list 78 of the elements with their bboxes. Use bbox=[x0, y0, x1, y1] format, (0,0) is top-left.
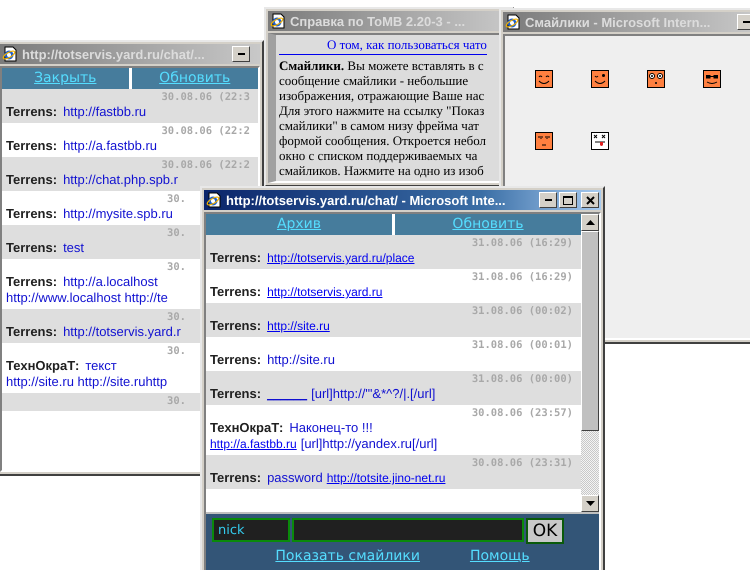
message-author: Terrens: bbox=[6, 138, 58, 154]
smiling-face-icon[interactable] bbox=[535, 70, 553, 88]
window-title: http://totservis.yard.ru/chat/ - Microsoft Inte... bbox=[226, 192, 507, 208]
scroll-up-button[interactable] bbox=[581, 214, 599, 231]
close-icon bbox=[586, 196, 594, 204]
message-author: ТехнОкраТ: bbox=[6, 358, 80, 374]
dead-face-icon[interactable] bbox=[591, 132, 609, 150]
scroll-down-button[interactable] bbox=[581, 495, 599, 512]
message-link[interactable]: http://totservis.yard.ru/place bbox=[267, 250, 414, 266]
scroll-thumb[interactable] bbox=[581, 231, 599, 431]
message-text: http://a.fastbb.ru bbox=[63, 138, 158, 154]
help-heading-link[interactable]: О том, как пользоваться чато bbox=[279, 37, 487, 55]
close-button[interactable] bbox=[581, 192, 599, 208]
sleepy-face-icon[interactable] bbox=[535, 132, 553, 150]
message-timestamp: 30. bbox=[166, 261, 186, 274]
window-title: http://totservis.yard.ru/chat/... bbox=[22, 46, 206, 62]
down-arrow-icon bbox=[586, 501, 594, 506]
ok-button[interactable]: OK bbox=[526, 518, 564, 544]
message-author: Terrens: bbox=[210, 352, 262, 368]
message-text: http://www.localhost http://te bbox=[6, 290, 168, 306]
message-link[interactable]: http://totservis.yard.ru bbox=[267, 284, 382, 300]
browser-icon bbox=[505, 14, 521, 30]
message-author: Terrens: bbox=[210, 250, 262, 266]
message-author: ТехнОкраТ: bbox=[210, 420, 284, 436]
message-timestamp: 31.08.06 (00:01) bbox=[470, 339, 573, 352]
message-text: Наконец-то !!! bbox=[289, 420, 373, 436]
up-arrow-icon bbox=[586, 220, 594, 225]
message-author: Terrens: bbox=[210, 284, 262, 300]
minimize-button[interactable] bbox=[232, 46, 250, 62]
minimize-icon bbox=[238, 53, 244, 55]
message-timestamp: 30. bbox=[166, 345, 186, 358]
message-link[interactable]: http://totsite.jino-net.ru bbox=[326, 470, 446, 486]
message-text: http://mysite.spb.ru bbox=[63, 206, 173, 222]
message-field[interactable] bbox=[292, 518, 524, 542]
message-text: password bbox=[267, 470, 323, 486]
message-text: текст bbox=[85, 358, 117, 374]
nick-field[interactable]: nick bbox=[212, 518, 290, 542]
winking-face-icon[interactable] bbox=[591, 70, 609, 88]
message-author: Terrens: bbox=[210, 318, 262, 334]
minimize-icon bbox=[742, 21, 750, 23]
minimize-button[interactable] bbox=[539, 192, 557, 208]
minimize-icon bbox=[544, 199, 552, 201]
message-link[interactable]: ______ bbox=[267, 386, 308, 402]
message-timestamp: 31.08.06 (16:29) bbox=[470, 271, 573, 284]
message-text: http://totservis.yard.r bbox=[63, 324, 181, 340]
message-author: Terrens: bbox=[210, 470, 262, 486]
message-link[interactable]: http://site.ru bbox=[267, 318, 330, 334]
browser-icon bbox=[206, 192, 222, 208]
maximize-icon bbox=[563, 196, 573, 204]
message-text: [url]http://'"&*^?/|.[/url] bbox=[311, 386, 436, 402]
message-text: http://fastbb.ru bbox=[63, 104, 146, 120]
message-author: Terrens: bbox=[6, 240, 58, 256]
maximize-button[interactable] bbox=[559, 192, 577, 208]
message-text: http://site.ru bbox=[267, 352, 335, 368]
scrollbar[interactable] bbox=[581, 214, 599, 512]
sunglasses-face-icon[interactable] bbox=[703, 70, 721, 88]
message-link[interactable]: http://a.fastbb.ru bbox=[210, 436, 297, 452]
footer-link[interactable]: Показать смайлики bbox=[275, 548, 420, 564]
message-text: http://chat.php.spb.r bbox=[63, 172, 178, 188]
message-text: test bbox=[63, 240, 84, 256]
message-text: http://a.localhost bbox=[63, 274, 158, 290]
message-author: Terrens: bbox=[6, 172, 58, 188]
message-timestamp: 30. bbox=[166, 193, 186, 206]
message-text: [url]http://yandex.ru[/url] bbox=[300, 436, 438, 452]
message-text: http://site.ru http://site.ruhttp bbox=[6, 374, 168, 390]
surprised-face-icon[interactable] bbox=[647, 70, 665, 88]
browser-icon bbox=[270, 13, 286, 29]
help-paragraph: Смайлики. Вы можете вставлять в с сообщение смайлики - небольшие изображения, отражающие Ваше нас Для этого нажмите на ссылку "Показ смайлики" в самом низу фрейма чат формой сообщения. Откроется небол окно с списком поддерживаемых ча смайликов. Нажмите на одно из изоб bbox=[279, 58, 486, 178]
message-timestamp: 30.08.06 (22:2 bbox=[160, 125, 250, 138]
message-timestamp: 30.08.06 (23:57) bbox=[470, 407, 573, 420]
message-author: Terrens: bbox=[6, 104, 58, 120]
browser-icon bbox=[2, 46, 18, 62]
message-author: Terrens: bbox=[6, 206, 58, 222]
message-author: Terrens: bbox=[6, 274, 58, 290]
message-author: Terrens: bbox=[6, 324, 58, 340]
footer-link[interactable]: Помощь bbox=[470, 548, 530, 564]
minimize-button[interactable] bbox=[737, 14, 750, 30]
message-author: Terrens: bbox=[210, 386, 262, 402]
